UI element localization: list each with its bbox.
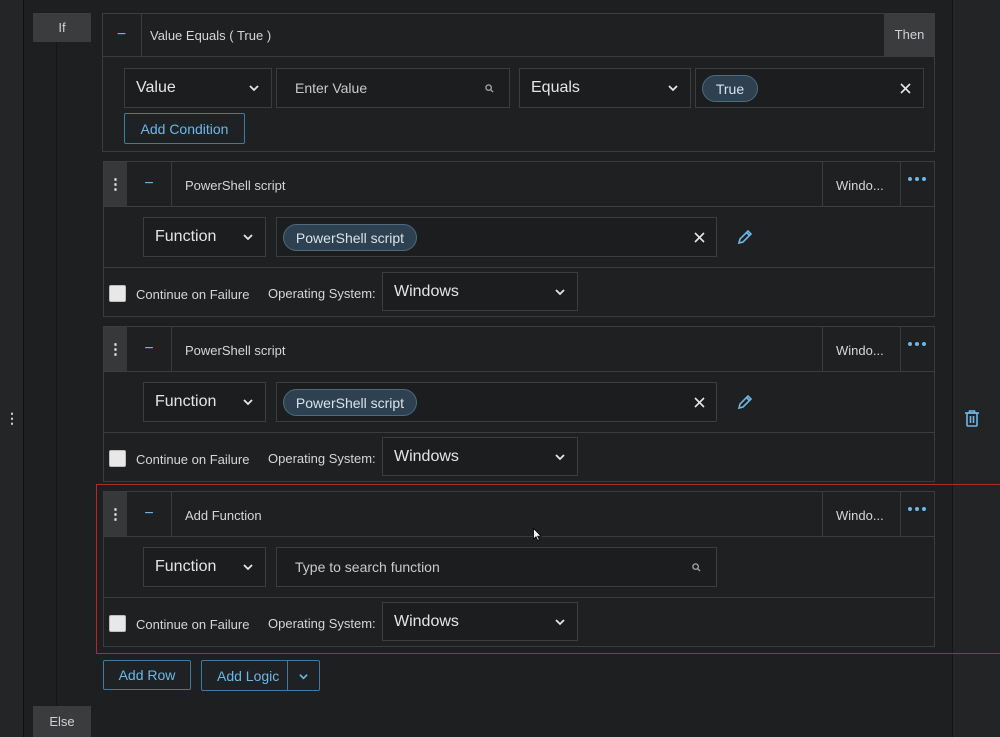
chevron-down-icon (249, 85, 259, 92)
continue-on-failure-label: Continue on Failure (136, 287, 250, 302)
left-drag-rail[interactable] (0, 0, 24, 737)
divider (104, 432, 934, 433)
row-os-short: Windo... (836, 178, 884, 193)
condition-title: Value Equals ( True ) (150, 28, 272, 43)
drag-handle[interactable]: ⋮ (104, 492, 127, 536)
add-row-button[interactable]: Add Row (103, 660, 191, 690)
close-icon[interactable] (896, 79, 914, 97)
condition-field-select[interactable]: Value (124, 68, 272, 108)
select-value: Function (155, 393, 217, 410)
vertical-dots-icon: ⋮ (108, 506, 123, 523)
os-select[interactable]: Windows (382, 437, 578, 476)
divider (104, 267, 934, 268)
row-os-short: Windo... (836, 508, 884, 523)
row-type-select[interactable]: Function (143, 382, 266, 422)
continue-on-failure-checkbox[interactable] (109, 615, 126, 632)
select-value: Windows (394, 447, 459, 465)
vertical-dots-icon: ⋮ (108, 176, 123, 193)
select-value: Windows (394, 282, 459, 300)
divider (102, 56, 935, 57)
collapse-row-button[interactable]: − (127, 327, 172, 371)
select-value: Windows (394, 612, 459, 630)
continue-on-failure-checkbox[interactable] (109, 285, 126, 302)
chevron-down-icon (555, 288, 565, 295)
horizontal-dots-icon[interactable] (905, 170, 929, 188)
if-label: If (33, 13, 91, 42)
select-value: Equals (531, 79, 580, 96)
pencil-icon[interactable] (735, 227, 755, 247)
close-icon[interactable] (690, 393, 708, 411)
trash-icon[interactable] (962, 408, 982, 428)
horizontal-dots-icon[interactable] (905, 335, 929, 353)
else-label[interactable]: Else (33, 706, 91, 737)
value-chip[interactable]: True (702, 75, 758, 102)
input-placeholder: Type to search function (295, 559, 440, 575)
select-value: Function (155, 228, 217, 245)
collapse-row-button[interactable]: − (127, 492, 172, 536)
divider (104, 536, 934, 537)
row-title: PowerShell script (185, 178, 286, 193)
chevron-down-icon (555, 618, 565, 625)
vertical-dots-icon: ⋮ (108, 341, 123, 358)
os-label: Operating System: (268, 616, 376, 631)
os-select[interactable]: Windows (382, 602, 578, 641)
minus-icon: − (144, 175, 154, 192)
add-logic-label: Add Logic (217, 667, 280, 684)
continue-on-failure-label: Continue on Failure (136, 617, 250, 632)
divider (104, 206, 934, 207)
collapse-condition-button[interactable]: − (102, 13, 142, 56)
then-label: Then (884, 13, 935, 56)
continue-on-failure-checkbox[interactable] (109, 450, 126, 467)
chevron-down-icon (243, 564, 253, 571)
add-condition-button[interactable]: Add Condition (124, 113, 245, 144)
minus-icon: − (116, 25, 127, 43)
button-divider (287, 661, 288, 690)
search-icon (485, 84, 494, 93)
pencil-icon[interactable] (735, 392, 755, 412)
row-type-select[interactable]: Function (143, 547, 266, 587)
horizontal-dots-icon[interactable] (905, 500, 929, 518)
collapse-row-button[interactable]: − (127, 162, 172, 206)
select-value: Value (136, 79, 176, 96)
chevron-down-icon (243, 399, 253, 406)
chevron-down-icon[interactable] (298, 672, 309, 681)
function-chip[interactable]: PowerShell script (283, 224, 417, 251)
chevron-down-icon (555, 453, 565, 460)
divider (900, 492, 901, 536)
drag-handle[interactable]: ⋮ (104, 162, 127, 206)
os-label: Operating System: (268, 451, 376, 466)
search-icon (692, 563, 701, 572)
condition-operator-select[interactable]: Equals (519, 68, 691, 108)
select-value: Function (155, 558, 217, 575)
os-label: Operating System: (268, 286, 376, 301)
divider (900, 162, 901, 206)
row-type-select[interactable]: Function (143, 217, 266, 257)
divider (104, 597, 934, 598)
minus-icon: − (144, 505, 154, 522)
drag-handle[interactable]: ⋮ (104, 327, 127, 371)
vertical-dots-icon[interactable]: ⋮ (4, 410, 20, 426)
row-title: PowerShell script (185, 343, 286, 358)
if-branch-line (56, 40, 57, 706)
divider (900, 327, 901, 371)
divider (104, 371, 934, 372)
row-os-short: Windo... (836, 343, 884, 358)
divider (822, 162, 823, 206)
divider (822, 492, 823, 536)
chevron-down-icon (668, 85, 678, 92)
continue-on-failure-label: Continue on Failure (136, 452, 250, 467)
function-chip[interactable]: PowerShell script (283, 389, 417, 416)
input-placeholder: Enter Value (295, 80, 368, 96)
add-logic-button[interactable]: Add Logic (201, 660, 320, 691)
function-search-input[interactable]: Type to search function (276, 547, 717, 587)
row-title: Add Function (185, 508, 262, 523)
chevron-down-icon (243, 234, 253, 241)
close-icon[interactable] (690, 228, 708, 246)
condition-value-input[interactable]: Enter Value (276, 68, 510, 108)
os-select[interactable]: Windows (382, 272, 578, 311)
minus-icon: − (144, 340, 154, 357)
mouse-cursor-icon (533, 528, 542, 541)
divider (822, 327, 823, 371)
